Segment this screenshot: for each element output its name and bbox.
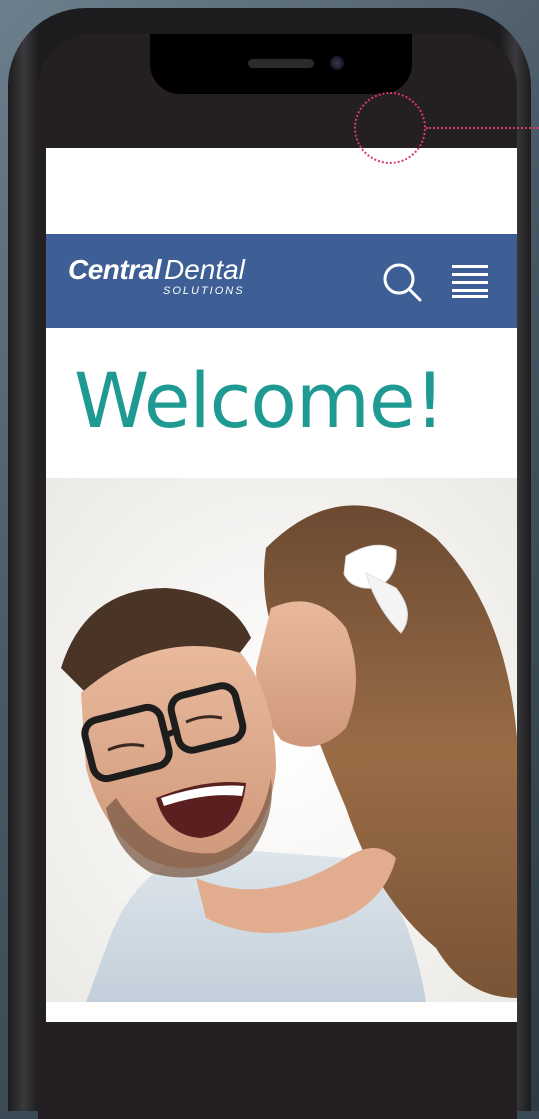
speaker-grille xyxy=(248,59,314,68)
phone-screen: Central Dental SOLUTIONS Welcome! xyxy=(38,34,517,1119)
logo-wordmark: Central Dental xyxy=(68,256,245,284)
touch-indicator-circle xyxy=(354,92,426,164)
site-logo[interactable]: Central Dental SOLUTIONS xyxy=(68,256,245,297)
search-button[interactable] xyxy=(382,262,422,302)
site-header: Central Dental SOLUTIONS xyxy=(46,234,517,328)
hamburger-menu-icon xyxy=(452,265,488,298)
webpage: Central Dental SOLUTIONS Welcome! xyxy=(46,148,517,1022)
phone-frame: Central Dental SOLUTIONS Welcome! xyxy=(8,8,531,1119)
hero-image xyxy=(46,478,517,1002)
top-blank-area xyxy=(46,148,517,234)
hero-photo-illustration xyxy=(46,478,517,1002)
page-title: Welcome! xyxy=(74,356,445,445)
front-camera xyxy=(330,56,344,70)
logo-word-central: Central xyxy=(68,254,161,285)
logo-word-dental: Dental xyxy=(163,254,245,285)
touch-indicator-line xyxy=(426,127,539,129)
search-icon xyxy=(383,263,422,302)
menu-button[interactable] xyxy=(451,264,489,298)
logo-tagline: SOLUTIONS xyxy=(163,285,245,297)
phone-notch xyxy=(150,34,412,94)
